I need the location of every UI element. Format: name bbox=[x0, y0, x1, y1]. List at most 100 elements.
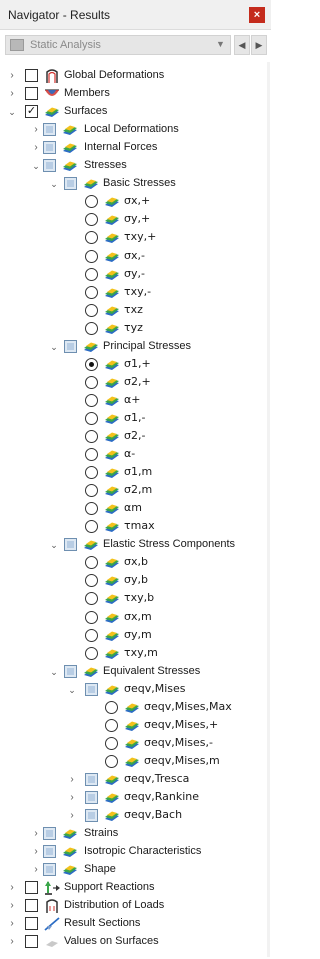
tree-item-s2-m[interactable]: σ2,m bbox=[0, 482, 271, 500]
visibility-checkbox[interactable] bbox=[85, 683, 98, 696]
result-radio[interactable] bbox=[85, 213, 98, 226]
tree-item-s2-minus[interactable]: σ2,- bbox=[0, 428, 271, 446]
visibility-checkbox[interactable] bbox=[85, 791, 98, 804]
result-radio[interactable] bbox=[85, 304, 98, 317]
result-radio[interactable] bbox=[85, 322, 98, 335]
result-radio[interactable] bbox=[85, 268, 98, 281]
chevron-right-icon[interactable]: › bbox=[6, 916, 18, 932]
tree-item-isotropic-characteristics[interactable]: › Isotropic Characteristics bbox=[0, 843, 271, 861]
visibility-checkbox[interactable] bbox=[64, 340, 77, 353]
tree-item-elastic-stress-components[interactable]: ⌄ Elastic Stress Components bbox=[0, 536, 271, 554]
tree-item-txz[interactable]: τxz bbox=[0, 302, 271, 320]
visibility-checkbox[interactable] bbox=[25, 87, 38, 100]
tree-item-txy-minus[interactable]: τxy,- bbox=[0, 284, 271, 302]
tree-item-sx-minus[interactable]: σx,- bbox=[0, 248, 271, 266]
tree-item-tmax[interactable]: τmax bbox=[0, 518, 271, 536]
result-radio[interactable] bbox=[85, 195, 98, 208]
result-radio[interactable] bbox=[105, 719, 118, 732]
result-radio[interactable] bbox=[85, 611, 98, 624]
result-radio[interactable] bbox=[85, 592, 98, 605]
tree-item-internal-forces[interactable]: › Internal Forces bbox=[0, 139, 271, 157]
result-radio[interactable] bbox=[105, 701, 118, 714]
visibility-checkbox[interactable] bbox=[43, 863, 56, 876]
result-radio[interactable] bbox=[85, 376, 98, 389]
visibility-checkbox[interactable] bbox=[85, 773, 98, 786]
tree-item-seqv-rankine[interactable]: › σeqv,Rankine bbox=[0, 789, 271, 807]
result-radio[interactable] bbox=[85, 556, 98, 569]
tree-item-members[interactable]: › Members bbox=[0, 85, 271, 103]
tree-item-equivalent-stresses[interactable]: ⌄ Equivalent Stresses bbox=[0, 663, 271, 681]
tree-item-sy-m[interactable]: σy,m bbox=[0, 627, 271, 645]
result-radio[interactable] bbox=[85, 502, 98, 515]
tree-item-alpha-plus[interactable]: α+ bbox=[0, 392, 271, 410]
visibility-checkbox[interactable] bbox=[43, 845, 56, 858]
result-radio[interactable] bbox=[85, 647, 98, 660]
tree-item-result-sections[interactable]: › Result Sections bbox=[0, 915, 271, 933]
tree-item-tyz[interactable]: τyz bbox=[0, 320, 271, 338]
result-radio[interactable] bbox=[85, 430, 98, 443]
chevron-right-icon[interactable]: › bbox=[30, 122, 42, 138]
visibility-checkbox[interactable] bbox=[25, 881, 38, 894]
chevron-down-icon[interactable]: ⌄ bbox=[48, 537, 60, 553]
result-radio[interactable] bbox=[85, 629, 98, 642]
chevron-right-icon[interactable]: › bbox=[66, 808, 78, 824]
chevron-down-icon[interactable]: ⌄ bbox=[48, 664, 60, 680]
tree-item-seqv-mises-minus[interactable]: σeqv,Mises,- bbox=[0, 735, 271, 753]
chevron-down-icon[interactable]: ⌄ bbox=[48, 176, 60, 192]
visibility-checkbox[interactable] bbox=[25, 935, 38, 948]
tree-item-sx-plus[interactable]: σx,+ bbox=[0, 193, 271, 211]
visibility-checkbox[interactable] bbox=[85, 809, 98, 822]
chevron-right-icon[interactable]: › bbox=[30, 140, 42, 156]
tree-item-seqv-mises[interactable]: ⌄ σeqv,Mises bbox=[0, 681, 271, 699]
tree-item-principal-stresses[interactable]: ⌄ Principal Stresses bbox=[0, 338, 271, 356]
tree-item-s2-plus[interactable]: σ2,+ bbox=[0, 374, 271, 392]
tree-item-distribution-of-loads[interactable]: › Distribution of Loads bbox=[0, 897, 271, 915]
tree-item-alpha-minus[interactable]: α- bbox=[0, 446, 271, 464]
chevron-down-icon[interactable]: ⌄ bbox=[66, 682, 78, 698]
result-radio[interactable] bbox=[85, 286, 98, 299]
visibility-checkbox[interactable] bbox=[43, 159, 56, 172]
chevron-down-icon[interactable]: ⌄ bbox=[30, 158, 42, 174]
tree-item-txy-b[interactable]: τxy,b bbox=[0, 590, 271, 608]
result-radio[interactable] bbox=[85, 250, 98, 263]
visibility-checkbox[interactable] bbox=[25, 69, 38, 82]
chevron-right-icon[interactable]: › bbox=[6, 934, 18, 950]
visibility-checkbox[interactable] bbox=[64, 665, 77, 678]
result-radio[interactable] bbox=[85, 394, 98, 407]
visibility-checkbox[interactable] bbox=[64, 177, 77, 190]
tree-item-seqv-mises-plus[interactable]: σeqv,Mises,+ bbox=[0, 717, 271, 735]
tree-item-seqv-mises-m[interactable]: σeqv,Mises,m bbox=[0, 753, 271, 771]
tree-item-seqv-tresca[interactable]: › σeqv,Tresca bbox=[0, 771, 271, 789]
result-radio[interactable] bbox=[105, 737, 118, 750]
chevron-down-icon[interactable]: ⌄ bbox=[48, 339, 60, 355]
visibility-checkbox[interactable] bbox=[43, 123, 56, 136]
visibility-checkbox[interactable] bbox=[43, 827, 56, 840]
result-radio[interactable] bbox=[85, 484, 98, 497]
chevron-right-icon[interactable]: › bbox=[6, 68, 18, 84]
tree-item-s1-minus[interactable]: σ1,- bbox=[0, 410, 271, 428]
tree-item-txy-plus[interactable]: τxy,+ bbox=[0, 229, 271, 247]
tree-item-stresses[interactable]: ⌄ Stresses bbox=[0, 157, 271, 175]
tree-item-shape[interactable]: › Shape bbox=[0, 861, 271, 879]
chevron-right-icon[interactable]: › bbox=[30, 826, 42, 842]
tree-item-global-deformations[interactable]: › Global Deformations bbox=[0, 67, 271, 85]
tree-item-sy-minus[interactable]: σy,- bbox=[0, 266, 271, 284]
visibility-checkbox[interactable] bbox=[64, 538, 77, 551]
tree-item-txy-m[interactable]: τxy,m bbox=[0, 645, 271, 663]
chevron-right-icon[interactable]: › bbox=[66, 772, 78, 788]
tree-item-sx-m[interactable]: σx,m bbox=[0, 609, 271, 627]
visibility-checkbox[interactable] bbox=[43, 141, 56, 154]
result-radio[interactable] bbox=[85, 412, 98, 425]
tree-item-strains[interactable]: › Strains bbox=[0, 825, 271, 843]
result-radio[interactable] bbox=[85, 231, 98, 244]
visibility-checkbox[interactable] bbox=[25, 899, 38, 912]
tree-item-sy-plus[interactable]: σy,+ bbox=[0, 211, 271, 229]
tree-item-surfaces[interactable]: ⌄ ✓ Surfaces bbox=[0, 103, 271, 121]
result-radio[interactable] bbox=[105, 755, 118, 768]
tree-item-s1-plus[interactable]: σ1,+ bbox=[0, 356, 271, 374]
tree-item-alpha-m[interactable]: αm bbox=[0, 500, 271, 518]
analysis-dropdown[interactable]: Static Analysis ▼ bbox=[5, 35, 231, 55]
tree-item-seqv-bach[interactable]: › σeqv,Bach bbox=[0, 807, 271, 825]
chevron-down-icon[interactable]: ⌄ bbox=[6, 104, 18, 120]
result-radio[interactable] bbox=[85, 520, 98, 533]
